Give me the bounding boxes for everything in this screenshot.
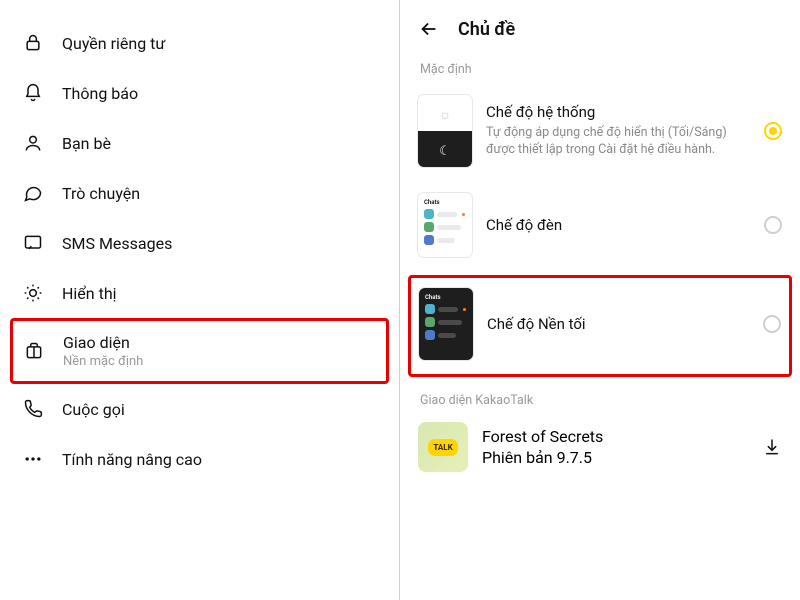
bell-icon (22, 82, 44, 104)
person-icon (22, 132, 44, 154)
settings-item-label: Quyền riêng tư (62, 34, 165, 53)
thumb-label: Chats (424, 199, 466, 206)
theme-thumbnail-system (418, 95, 472, 167)
section-default-label: Mặc định (400, 56, 800, 87)
settings-item-chat[interactable]: Trò chuyện (0, 168, 399, 218)
theme-option-name: Chế độ đèn (486, 216, 750, 234)
settings-item-label: Trò chuyện (62, 184, 140, 203)
sun-icon (22, 282, 44, 304)
theme-option-system[interactable]: Chế độ hệ thống Tự động áp dụng chế độ h… (400, 87, 800, 185)
highlight-theme-setting: Giao diện Nền mặc định (10, 318, 389, 384)
moon-glyph-icon (439, 140, 451, 159)
highlight-dark-option: Chats Chế độ Nền tối (408, 275, 792, 377)
settings-item-label: SMS Messages (62, 234, 172, 253)
phone-icon (22, 398, 44, 420)
kakao-theme-row[interactable]: TALK Forest of Secrets Phiên bản 9.7.5 (400, 418, 800, 472)
radio-unselected[interactable] (763, 315, 781, 333)
settings-item-display[interactable]: Hiển thị (0, 268, 399, 318)
talk-bubble-icon: TALK (428, 439, 457, 456)
settings-item-label: Giao diện (63, 333, 143, 352)
download-icon[interactable] (762, 437, 782, 457)
settings-item-label: Hiển thị (62, 284, 117, 303)
settings-list: Quyền riêng tư Thông báo Bạn bè Trò chuy… (0, 0, 400, 600)
settings-item-label: Thông báo (62, 84, 138, 103)
theme-thumbnail-dark: Chats (419, 288, 473, 360)
settings-item-advanced[interactable]: Tính năng nâng cao (0, 434, 399, 484)
kakao-theme-version: Phiên bản 9.7.5 (482, 448, 748, 467)
radio-unselected[interactable] (764, 216, 782, 234)
thumb-label: Chats (425, 294, 467, 301)
theme-option-desc: Tự động áp dụng chế độ hiển thị (Tối/Sán… (486, 125, 750, 159)
theme-screen: Chủ đề Mặc định Chế độ hệ thống Tự động … (400, 0, 800, 600)
settings-item-theme[interactable]: Giao diện Nền mặc định (23, 331, 376, 371)
settings-item-calls[interactable]: Cuộc gọi (0, 384, 399, 434)
page-title: Chủ đề (458, 19, 515, 40)
settings-item-notifications[interactable]: Thông báo (0, 68, 399, 118)
sms-icon (22, 232, 44, 254)
kakao-theme-name: Forest of Secrets (482, 427, 748, 446)
settings-item-friends[interactable]: Bạn bè (0, 118, 399, 168)
kakao-theme-thumbnail: TALK (418, 422, 468, 472)
settings-item-privacy[interactable]: Quyền riêng tư (0, 18, 399, 68)
theme-option-name: Chế độ hệ thống (486, 103, 750, 121)
palette-icon (23, 340, 45, 362)
theme-option-name: Chế độ Nền tối (487, 315, 749, 333)
settings-item-label: Cuộc gọi (62, 400, 125, 419)
settings-item-label: Bạn bè (62, 134, 111, 153)
more-horizontal-icon (22, 448, 44, 470)
back-arrow-icon[interactable] (418, 18, 440, 40)
lock-icon (22, 32, 44, 54)
sun-glyph-icon (439, 104, 452, 123)
radio-selected[interactable] (764, 122, 782, 140)
theme-option-light[interactable]: Chats Chế độ đèn (400, 185, 800, 275)
theme-option-dark[interactable]: Chats Chế độ Nền tối (419, 288, 781, 360)
theme-thumbnail-light: Chats (418, 193, 472, 257)
section-kakao-label: Giao diện KakaoTalk (400, 377, 800, 418)
chat-bubble-icon (22, 182, 44, 204)
settings-item-label: Tính năng nâng cao (62, 450, 202, 469)
settings-item-sms[interactable]: SMS Messages (0, 218, 399, 268)
settings-item-sublabel: Nền mặc định (63, 354, 143, 369)
